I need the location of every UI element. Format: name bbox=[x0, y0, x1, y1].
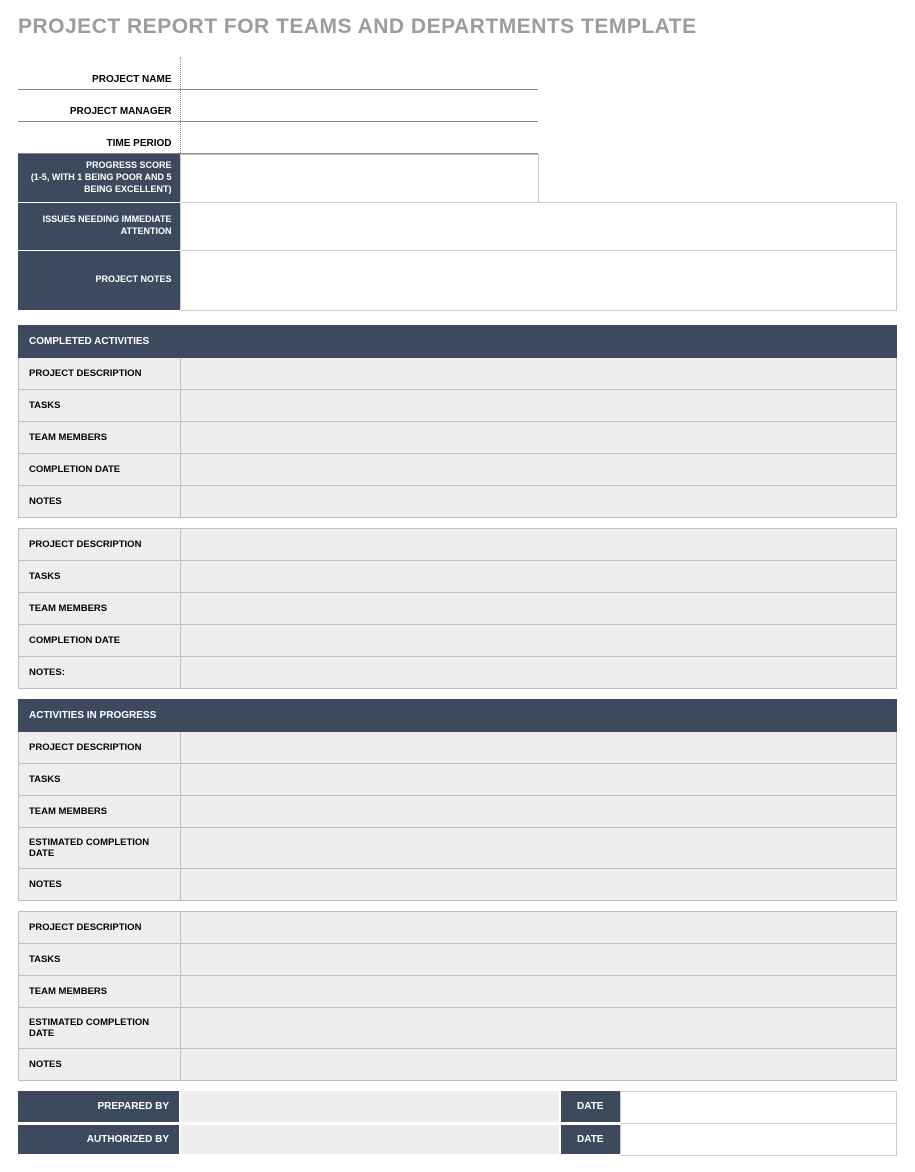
signoff-table: PREPARED BY DATE AUTHORIZED BY DATE bbox=[18, 1091, 897, 1157]
inprogress-header: ACTIVITIES IN PROGRESS bbox=[19, 699, 897, 731]
inprogress-activities-1: ACTIVITIES IN PROGRESS PROJECT DESCRIPTI… bbox=[18, 699, 897, 901]
notes-label: NOTES: bbox=[19, 656, 181, 688]
notes-field[interactable] bbox=[181, 485, 897, 517]
tasks-field[interactable] bbox=[181, 763, 897, 795]
tasks-label: TASKS bbox=[19, 560, 181, 592]
project-notes-label: PROJECT NOTES bbox=[18, 250, 180, 310]
authorized-by-field[interactable] bbox=[180, 1123, 560, 1155]
notes-label: NOTES bbox=[19, 1048, 181, 1080]
est-completion-label: ESTIMATED COMPLETION DATE bbox=[19, 827, 181, 868]
project-info-table: PROJECT NAME PROJECT MANAGER TIME PERIOD bbox=[18, 57, 538, 154]
project-description-label: PROJECT DESCRIPTION bbox=[19, 528, 181, 560]
est-completion-field[interactable] bbox=[181, 1007, 897, 1048]
time-period-label: TIME PERIOD bbox=[18, 121, 180, 153]
notes-label: NOTES bbox=[19, 485, 181, 517]
issues-label: ISSUES NEEDING IMMEDIATE ATTENTION bbox=[18, 202, 180, 250]
tasks-field[interactable] bbox=[181, 943, 897, 975]
team-members-field[interactable] bbox=[181, 795, 897, 827]
authorized-date-field[interactable] bbox=[620, 1123, 897, 1155]
completion-date-label: COMPLETION DATE bbox=[19, 624, 181, 656]
spacer bbox=[538, 154, 897, 202]
notes-label: NOTES bbox=[19, 868, 181, 900]
project-notes-field[interactable] bbox=[180, 250, 897, 310]
progress-score-label: PROGRESS SCORE (1-5, WITH 1 BEING POOR A… bbox=[18, 154, 180, 202]
prepared-date-label: DATE bbox=[560, 1091, 620, 1123]
inprogress-activities-2: PROJECT DESCRIPTION TASKS TEAM MEMBERS E… bbox=[18, 911, 897, 1081]
est-completion-label: ESTIMATED COMPLETION DATE bbox=[19, 1007, 181, 1048]
completion-date-label: COMPLETION DATE bbox=[19, 453, 181, 485]
notes-field[interactable] bbox=[181, 1048, 897, 1080]
team-members-field[interactable] bbox=[181, 592, 897, 624]
project-description-label: PROJECT DESCRIPTION bbox=[19, 911, 181, 943]
project-description-field[interactable] bbox=[181, 528, 897, 560]
project-name-field[interactable] bbox=[180, 57, 538, 89]
team-members-field[interactable] bbox=[181, 975, 897, 1007]
completion-date-field[interactable] bbox=[181, 624, 897, 656]
prepared-date-field[interactable] bbox=[620, 1091, 897, 1123]
project-description-label: PROJECT DESCRIPTION bbox=[19, 357, 181, 389]
team-members-label: TEAM MEMBERS bbox=[19, 975, 181, 1007]
notes-field[interactable] bbox=[181, 656, 897, 688]
team-members-label: TEAM MEMBERS bbox=[19, 421, 181, 453]
team-members-field[interactable] bbox=[181, 421, 897, 453]
tasks-field[interactable] bbox=[181, 560, 897, 592]
summary-table: PROGRESS SCORE (1-5, WITH 1 BEING POOR A… bbox=[18, 154, 897, 311]
project-manager-field[interactable] bbox=[180, 89, 538, 121]
project-description-field[interactable] bbox=[181, 357, 897, 389]
authorized-by-label: AUTHORIZED BY bbox=[18, 1123, 180, 1155]
time-period-field[interactable] bbox=[180, 121, 538, 153]
completed-header: COMPLETED ACTIVITIES bbox=[19, 325, 897, 357]
completion-date-field[interactable] bbox=[181, 453, 897, 485]
prepared-by-label: PREPARED BY bbox=[18, 1091, 180, 1123]
notes-field[interactable] bbox=[181, 868, 897, 900]
est-completion-field[interactable] bbox=[181, 827, 897, 868]
tasks-label: TASKS bbox=[19, 763, 181, 795]
team-members-label: TEAM MEMBERS bbox=[19, 592, 181, 624]
tasks-label: TASKS bbox=[19, 943, 181, 975]
project-description-field[interactable] bbox=[181, 911, 897, 943]
project-manager-label: PROJECT MANAGER bbox=[18, 89, 180, 121]
tasks-field[interactable] bbox=[181, 389, 897, 421]
completed-activities-2: PROJECT DESCRIPTION TASKS TEAM MEMBERS C… bbox=[18, 528, 897, 689]
authorized-date-label: DATE bbox=[560, 1123, 620, 1155]
project-description-field[interactable] bbox=[181, 731, 897, 763]
progress-score-field[interactable] bbox=[180, 154, 538, 202]
prepared-by-field[interactable] bbox=[180, 1091, 560, 1123]
issues-field[interactable] bbox=[180, 202, 897, 250]
team-members-label: TEAM MEMBERS bbox=[19, 795, 181, 827]
tasks-label: TASKS bbox=[19, 389, 181, 421]
completed-activities-1: COMPLETED ACTIVITIES PROJECT DESCRIPTION… bbox=[18, 325, 897, 518]
project-description-label: PROJECT DESCRIPTION bbox=[19, 731, 181, 763]
project-name-label: PROJECT NAME bbox=[18, 57, 180, 89]
page-title: PROJECT REPORT FOR TEAMS AND DEPARTMENTS… bbox=[18, 15, 897, 39]
